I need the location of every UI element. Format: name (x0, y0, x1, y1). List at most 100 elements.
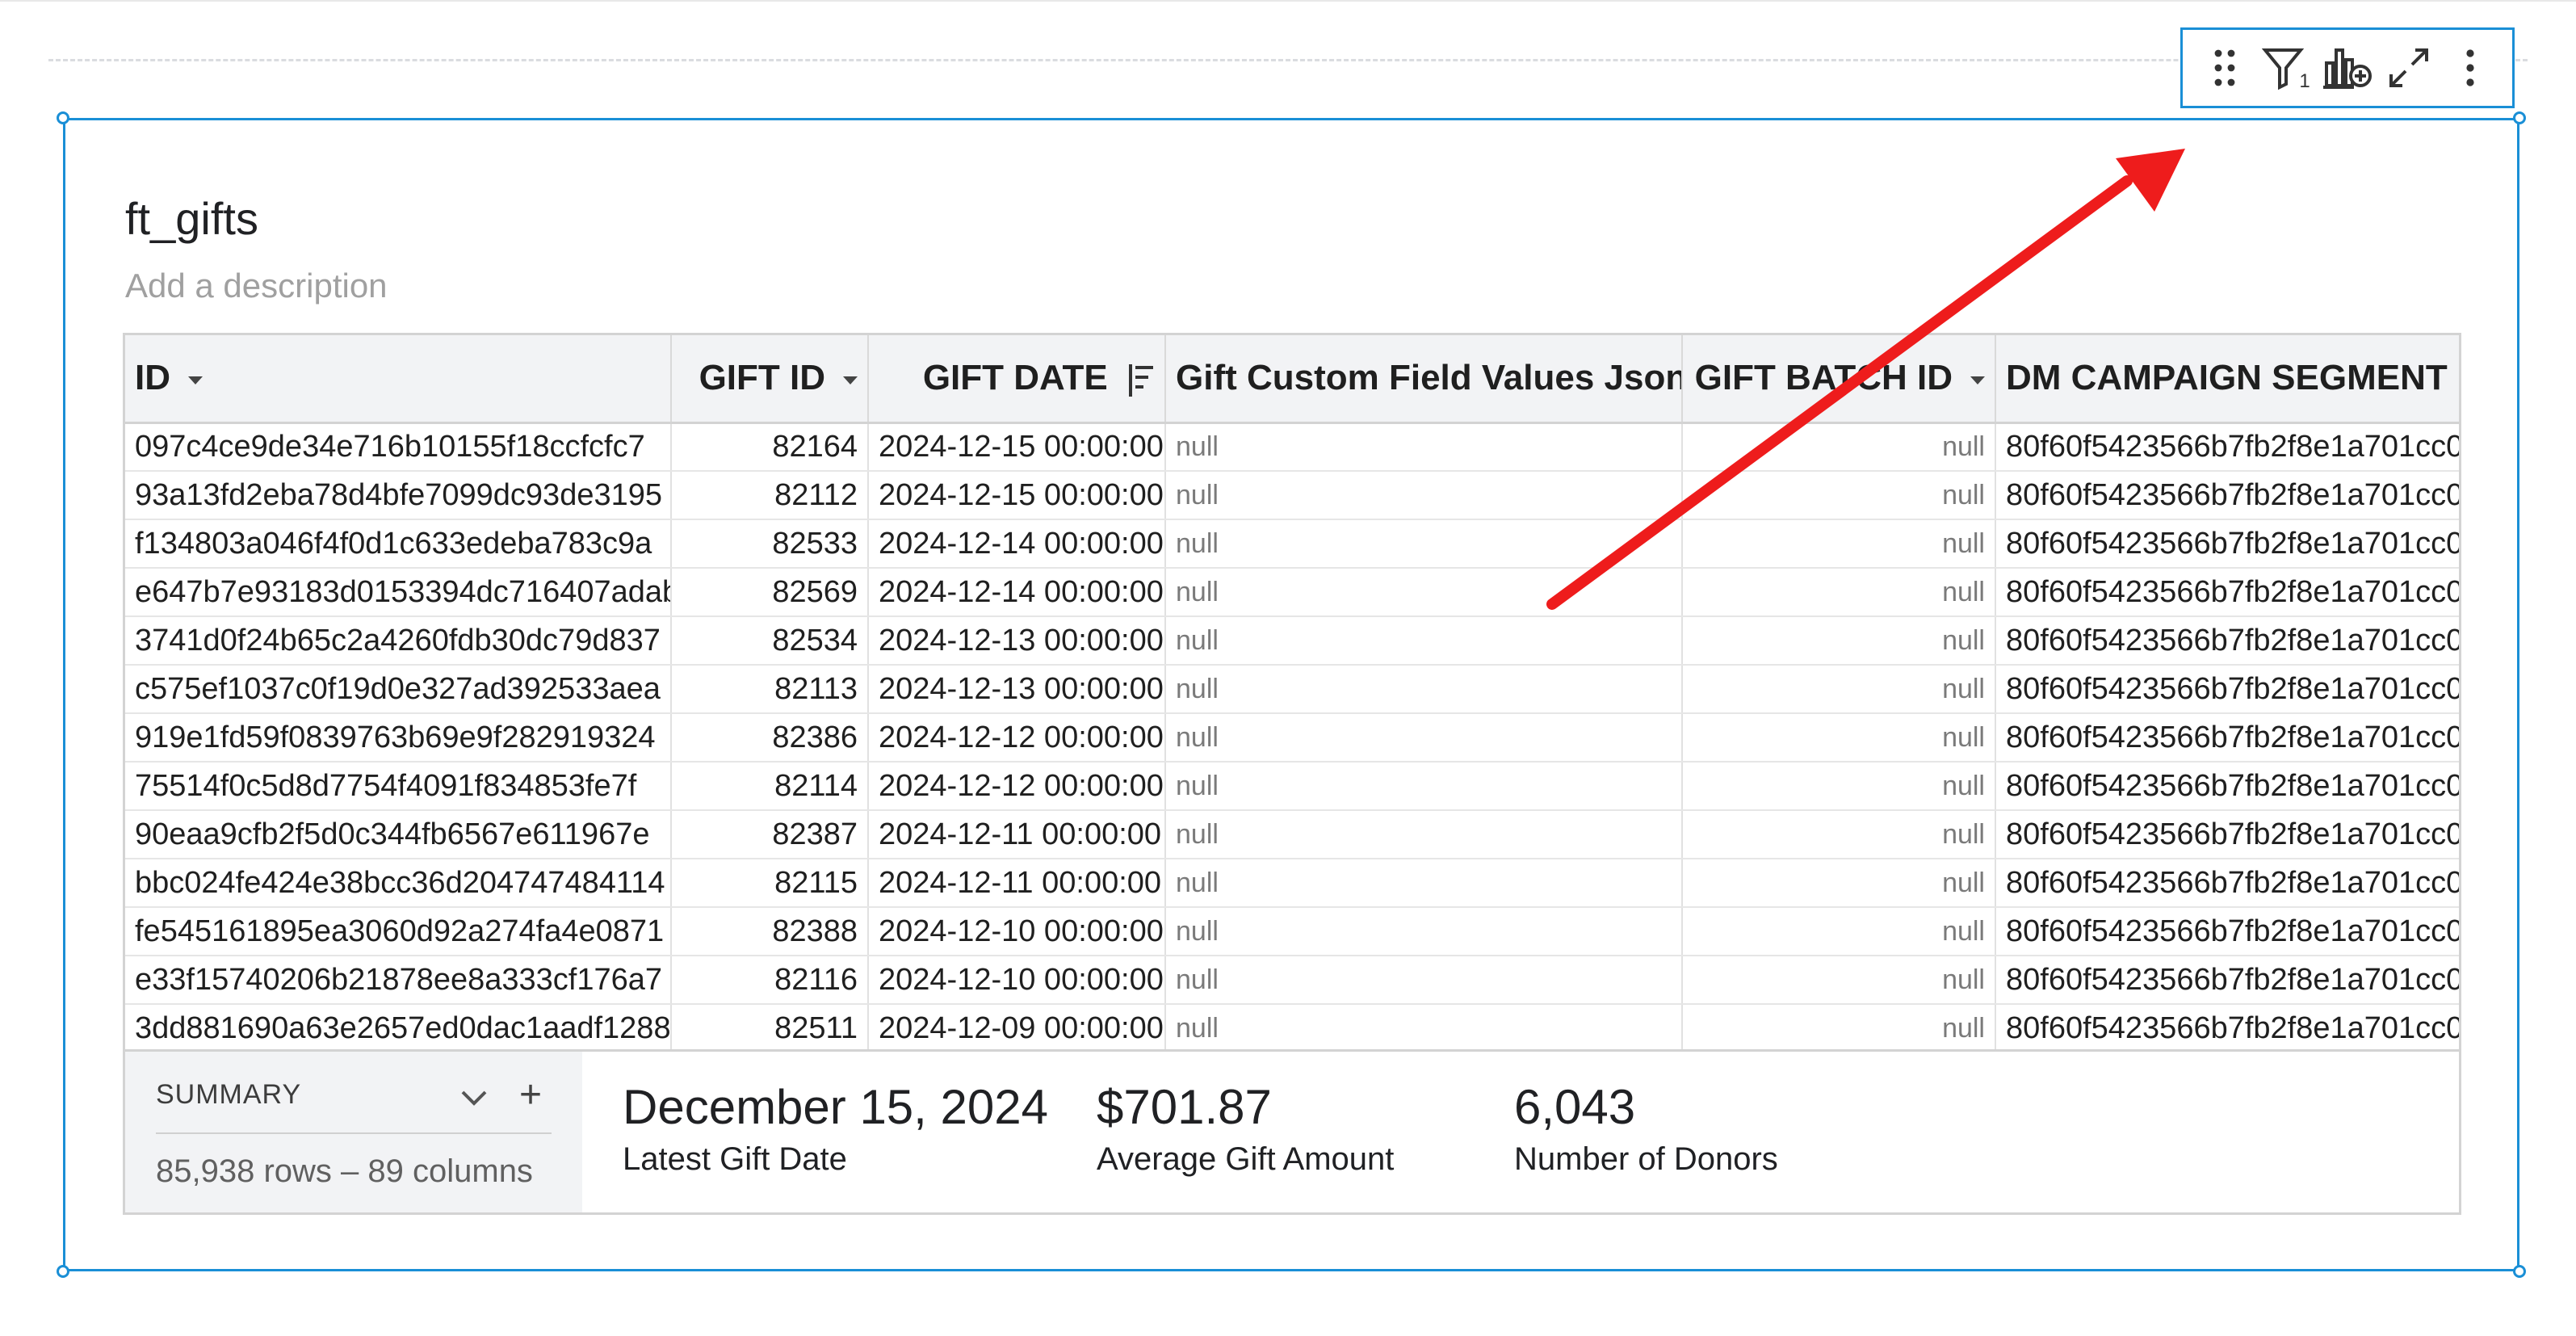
cell-id[interactable]: 097c4ce9de34e716b10155f18ccfcfc7 (125, 422, 672, 472)
cell-custom-field-json[interactable]: null (1165, 762, 1683, 811)
table-row[interactable]: 097c4ce9de34e716b10155f18ccfcfc7 82164 202… (125, 422, 2459, 472)
cell-id[interactable]: 75514f0c5d8d7754f4091f834853fe7f (125, 762, 672, 811)
cell-gift-date[interactable]: 2024-12-14 00:00:00 (868, 568, 1166, 617)
chevron-down-icon[interactable] (458, 1081, 490, 1113)
cell-dm-campaign-segment-id[interactable]: 80f60f5423566b7fb2f8e1a701cc05 (1995, 616, 2459, 666)
cell-gift-date[interactable]: 2024-12-15 00:00:00 (868, 471, 1166, 520)
cell-dm-campaign-segment-id[interactable]: 80f60f5423566b7fb2f8e1a701cc05 (1995, 471, 2459, 520)
cell-gift-batch-id[interactable]: null (1682, 907, 1996, 956)
cell-gift-date[interactable]: 2024-12-11 00:00:00 (868, 810, 1166, 859)
cell-gift-batch-id[interactable]: null (1682, 956, 1996, 1005)
caret-down-icon[interactable] (1970, 376, 1985, 384)
drag-handle-button[interactable] (2199, 42, 2251, 94)
column-header-custom-field-json[interactable]: Gift Custom Field Values Json (1165, 335, 1683, 424)
cell-dm-campaign-segment-id[interactable]: 80f60f5423566b7fb2f8e1a701cc05 (1995, 519, 2459, 569)
cell-gift-id[interactable]: 82569 (671, 568, 869, 617)
cell-dm-campaign-segment-id[interactable]: 80f60f5423566b7fb2f8e1a701cc05 (1995, 956, 2459, 1005)
description-input[interactable]: Add a description (125, 267, 388, 305)
cell-id[interactable]: fe545161895ea3060d92a274fa4e0871 (125, 907, 672, 956)
cell-dm-campaign-segment-id[interactable]: 80f60f5423566b7fb2f8e1a701cc05 (1995, 907, 2459, 956)
cell-custom-field-json[interactable]: null (1165, 907, 1683, 956)
table-row[interactable]: c575ef1037c0f19d0e327ad392533aea 82113 202… (125, 665, 2459, 714)
column-header-dm-campaign-segment-id[interactable]: DM CAMPAIGN SEGMENT ID (1995, 335, 2459, 424)
cell-id[interactable]: 93a13fd2eba78d4bfe7099dc93de3195 (125, 471, 672, 520)
cell-gift-date[interactable]: 2024-12-11 00:00:00 (868, 859, 1166, 908)
expand-button[interactable] (2383, 42, 2435, 94)
table-row[interactable]: 93a13fd2eba78d4bfe7099dc93de3195 82112 202… (125, 471, 2459, 520)
cell-id[interactable]: 919e1fd59f0839763b69e9f282919324 (125, 713, 672, 763)
resize-handle-bottom-right[interactable] (2513, 1265, 2526, 1278)
cell-dm-campaign-segment-id[interactable]: 80f60f5423566b7fb2f8e1a701cc05 (1995, 859, 2459, 908)
cell-id[interactable]: e33f15740206b21878ee8a333cf176a7 (125, 956, 672, 1005)
cell-custom-field-json[interactable]: null (1165, 713, 1683, 763)
cell-gift-id[interactable]: 82388 (671, 907, 869, 956)
cell-dm-campaign-segment-id[interactable]: 80f60f5423566b7fb2f8e1a701cc05 (1995, 713, 2459, 763)
cell-gift-date[interactable]: 2024-12-15 00:00:00 (868, 422, 1166, 472)
cell-dm-campaign-segment-id[interactable]: 80f60f5423566b7fb2f8e1a701cc05 (1995, 810, 2459, 859)
add-chart-button[interactable] (2322, 42, 2373, 94)
cell-dm-campaign-segment-id[interactable]: 80f60f5423566b7fb2f8e1a701cc05 (1995, 422, 2459, 472)
cell-custom-field-json[interactable]: null (1165, 471, 1683, 520)
cell-id[interactable]: bbc024fe424e38bcc36d204747484114 (125, 859, 672, 908)
cell-custom-field-json[interactable]: null (1165, 956, 1683, 1005)
cell-custom-field-json[interactable]: null (1165, 859, 1683, 908)
cell-gift-id[interactable]: 82534 (671, 616, 869, 666)
cell-gift-id[interactable]: 82533 (671, 519, 869, 569)
resize-handle-top-left[interactable] (57, 111, 69, 124)
column-header-gift-id[interactable]: GIFT ID (671, 335, 869, 424)
cell-gift-batch-id[interactable]: null (1682, 810, 1996, 859)
cell-custom-field-json[interactable]: null (1165, 1004, 1683, 1049)
cell-gift-date[interactable]: 2024-12-09 00:00:00 (868, 1004, 1166, 1049)
table-row[interactable]: 3dd881690a63e2657ed0dac1aadf1288 82511 202… (125, 1004, 2459, 1049)
cell-dm-campaign-segment-id[interactable]: 80f60f5423566b7fb2f8e1a701cc05 (1995, 1004, 2459, 1049)
cell-custom-field-json[interactable]: null (1165, 422, 1683, 472)
cell-gift-id[interactable]: 82114 (671, 762, 869, 811)
cell-id[interactable]: f134803a046f4f0d1c633edeba783c9a (125, 519, 672, 569)
cell-dm-campaign-segment-id[interactable]: 80f60f5423566b7fb2f8e1a701cc05 (1995, 568, 2459, 617)
cell-gift-date[interactable]: 2024-12-10 00:00:00 (868, 907, 1166, 956)
card-title[interactable]: ft_gifts (125, 192, 258, 245)
cell-gift-batch-id[interactable]: null (1682, 1004, 1996, 1049)
table-row[interactable]: 90eaa9cfb2f5d0c344fb6567e611967e 82387 202… (125, 810, 2459, 859)
resize-handle-top-right[interactable] (2513, 111, 2526, 124)
cell-gift-batch-id[interactable]: null (1682, 665, 1996, 714)
table-row[interactable]: e647b7e93183d0153394dc716407adab 82569 202… (125, 568, 2459, 617)
cell-custom-field-json[interactable]: null (1165, 568, 1683, 617)
more-options-button[interactable] (2444, 42, 2496, 94)
cell-gift-id[interactable]: 82113 (671, 665, 869, 714)
cell-gift-id[interactable]: 82112 (671, 471, 869, 520)
cell-gift-id[interactable]: 82387 (671, 810, 869, 859)
cell-gift-date[interactable]: 2024-12-12 00:00:00 (868, 762, 1166, 811)
filter-button[interactable]: 1 (2260, 42, 2312, 94)
cell-gift-id[interactable]: 82116 (671, 956, 869, 1005)
add-metric-button[interactable]: + (519, 1073, 542, 1117)
table-row[interactable]: f134803a046f4f0d1c633edeba783c9a 82533 202… (125, 519, 2459, 569)
cell-dm-campaign-segment-id[interactable]: 80f60f5423566b7fb2f8e1a701cc05 (1995, 762, 2459, 811)
table-row[interactable]: 3741d0f24b65c2a4260fdb30dc79d837 82534 202… (125, 616, 2459, 666)
caret-down-icon[interactable] (843, 376, 858, 384)
cell-dm-campaign-segment-id[interactable]: 80f60f5423566b7fb2f8e1a701cc05 (1995, 665, 2459, 714)
cell-custom-field-json[interactable]: null (1165, 519, 1683, 569)
cell-gift-date[interactable]: 2024-12-13 00:00:00 (868, 616, 1166, 666)
table-row[interactable]: fe545161895ea3060d92a274fa4e0871 82388 202… (125, 907, 2459, 956)
cell-id[interactable]: e647b7e93183d0153394dc716407adab (125, 568, 672, 617)
cell-custom-field-json[interactable]: null (1165, 810, 1683, 859)
cell-gift-date[interactable]: 2024-12-13 00:00:00 (868, 665, 1166, 714)
cell-gift-batch-id[interactable]: null (1682, 713, 1996, 763)
cell-gift-batch-id[interactable]: null (1682, 568, 1996, 617)
resize-handle-bottom-left[interactable] (57, 1265, 69, 1278)
cell-gift-batch-id[interactable]: null (1682, 616, 1996, 666)
cell-gift-batch-id[interactable]: null (1682, 762, 1996, 811)
table-row[interactable]: 75514f0c5d8d7754f4091f834853fe7f 82114 202… (125, 762, 2459, 811)
cell-id[interactable]: 3dd881690a63e2657ed0dac1aadf1288 (125, 1004, 672, 1049)
cell-id[interactable]: 90eaa9cfb2f5d0c344fb6567e611967e (125, 810, 672, 859)
cell-gift-batch-id[interactable]: null (1682, 859, 1996, 908)
table-row[interactable]: 919e1fd59f0839763b69e9f282919324 82386 202… (125, 713, 2459, 763)
cell-gift-batch-id[interactable]: null (1682, 519, 1996, 569)
table-row[interactable]: bbc024fe424e38bcc36d204747484114 82115 202… (125, 859, 2459, 908)
table-row[interactable]: e33f15740206b21878ee8a333cf176a7 82116 202… (125, 956, 2459, 1005)
cell-custom-field-json[interactable]: null (1165, 616, 1683, 666)
cell-gift-date[interactable]: 2024-12-12 00:00:00 (868, 713, 1166, 763)
cell-id[interactable]: 3741d0f24b65c2a4260fdb30dc79d837 (125, 616, 672, 666)
cell-gift-id[interactable]: 82115 (671, 859, 869, 908)
